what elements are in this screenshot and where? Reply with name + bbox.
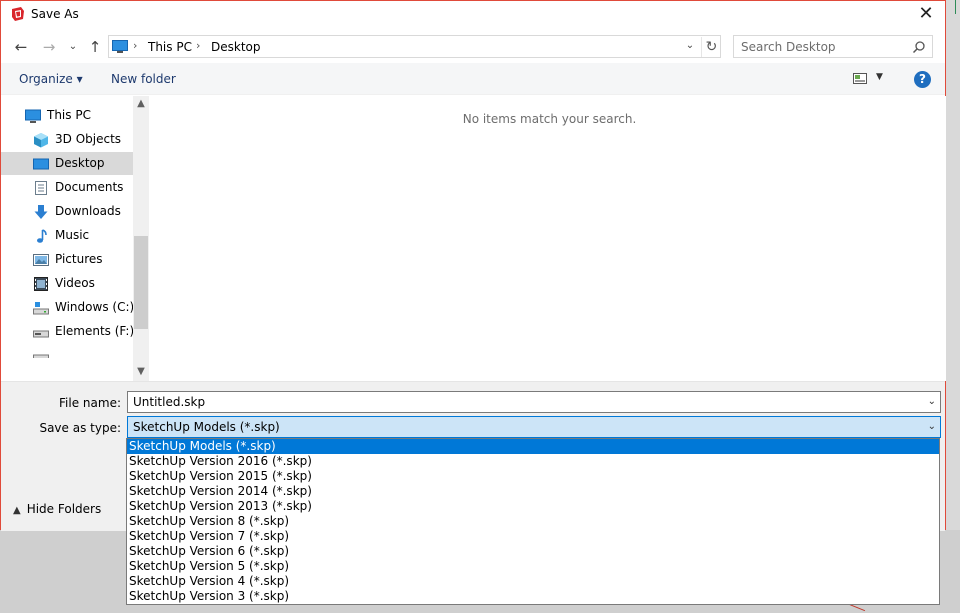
chevron-up-icon: ▲ bbox=[13, 505, 21, 516]
scroll-down-icon[interactable]: ▼ bbox=[133, 364, 149, 380]
computer-icon bbox=[25, 109, 41, 123]
close-button[interactable]: ✕ bbox=[913, 3, 939, 27]
documents-icon bbox=[35, 181, 47, 195]
chevron-down-icon[interactable]: ⌄ bbox=[928, 396, 936, 407]
up-arrow-icon[interactable]: ↑ bbox=[85, 37, 105, 57]
breadcrumb-separator: › bbox=[196, 39, 201, 52]
sidebar-item-downloads[interactable]: Downloads bbox=[1, 200, 133, 223]
downloads-icon bbox=[34, 205, 48, 219]
drive-icon bbox=[33, 330, 49, 338]
search-icon[interactable] bbox=[912, 40, 926, 54]
save-type-label: Save as type: bbox=[39, 421, 121, 435]
dropdown-option[interactable]: SketchUp Version 6 (*.skp) bbox=[127, 544, 939, 559]
address-bar[interactable]: › This PC › Desktop ⌄ ↻ bbox=[108, 35, 721, 58]
file-name-field[interactable]: Untitled.skp ⌄ bbox=[127, 391, 941, 413]
sidebar-item-label: Windows (C:) bbox=[55, 300, 135, 314]
sidebar-scrollbar[interactable]: ▲ ▼ bbox=[133, 96, 149, 381]
hide-folders-label: Hide Folders bbox=[26, 502, 102, 516]
hide-folders-button[interactable]: ▲ Hide Folders bbox=[13, 502, 101, 516]
sidebar-item-3d-objects[interactable]: 3D Objects bbox=[1, 128, 133, 151]
sidebar-item-partial[interactable] bbox=[1, 346, 133, 358]
pictures-icon bbox=[33, 254, 49, 266]
dropdown-option[interactable]: SketchUp Version 7 (*.skp) bbox=[127, 529, 939, 544]
sidebar-item-label: Desktop bbox=[55, 156, 105, 170]
sidebar-item-this-pc[interactable]: This PC bbox=[1, 104, 133, 127]
breadcrumb-separator: › bbox=[133, 39, 138, 52]
sidebar-item-label: Pictures bbox=[55, 252, 103, 266]
sidebar-item-label: Downloads bbox=[55, 204, 121, 218]
sidebar-item-label: 3D Objects bbox=[55, 132, 122, 146]
sidebar-item-desktop[interactable]: Desktop bbox=[1, 152, 133, 175]
desktop-icon bbox=[33, 158, 49, 170]
save-type-value: SketchUp Models (*.skp) bbox=[133, 420, 280, 434]
back-arrow-icon[interactable]: ← bbox=[11, 37, 31, 57]
dropdown-option[interactable]: SketchUp Version 2016 (*.skp) bbox=[127, 454, 939, 469]
scroll-up-icon[interactable]: ▲ bbox=[133, 96, 149, 112]
title-bar: Save As ✕ bbox=[1, 1, 945, 29]
search-input[interactable]: Search Desktop bbox=[733, 35, 933, 58]
change-view-icon[interactable] bbox=[853, 73, 867, 84]
new-folder-button[interactable]: New folder bbox=[111, 72, 176, 86]
dropdown-option[interactable]: SketchUp Version 2013 (*.skp) bbox=[127, 499, 939, 514]
navigation-pane: This PC 3D Objects Desktop Documents Dow… bbox=[1, 96, 149, 381]
drawing-axis-line-green bbox=[955, 0, 956, 14]
save-type-select[interactable]: SketchUp Models (*.skp) ⌄ bbox=[127, 416, 941, 438]
sidebar-item-windows-c[interactable]: Windows (C:) bbox=[1, 296, 135, 319]
sidebar-item-elements-f[interactable]: Elements (F:) bbox=[1, 320, 135, 343]
organize-button[interactable]: Organize ▾ bbox=[19, 72, 83, 86]
drive-icon bbox=[33, 302, 49, 315]
file-list-area[interactable]: No items match your search. bbox=[151, 96, 946, 381]
sidebar-item-music[interactable]: Music bbox=[1, 224, 133, 247]
sidebar-item-videos[interactable]: Videos bbox=[1, 272, 133, 295]
dropdown-option[interactable]: SketchUp Version 2014 (*.skp) bbox=[127, 484, 939, 499]
address-dropdown-icon[interactable]: ⌄ bbox=[683, 40, 697, 51]
file-name-label: File name: bbox=[59, 396, 121, 410]
dropdown-option[interactable]: SketchUp Version 5 (*.skp) bbox=[127, 559, 939, 574]
breadcrumb-this-pc[interactable]: This PC bbox=[148, 40, 192, 54]
sidebar-item-documents[interactable]: Documents bbox=[1, 176, 133, 199]
dropdown-option[interactable]: SketchUp Version 8 (*.skp) bbox=[127, 514, 939, 529]
sidebar-item-label: Elements (F:) bbox=[55, 324, 135, 338]
breadcrumb-desktop[interactable]: Desktop bbox=[211, 40, 261, 54]
sketchup-logo-icon bbox=[12, 7, 24, 21]
help-icon[interactable]: ? bbox=[914, 71, 931, 88]
computer-icon bbox=[112, 40, 128, 53]
dropdown-option[interactable]: SketchUp Version 3 (*.skp) bbox=[127, 589, 939, 604]
navigation-bar: ← → ⌄ ↑ › This PC › Desktop ⌄ ↻ Search D… bbox=[1, 33, 945, 61]
recent-locations-icon[interactable]: ⌄ bbox=[63, 37, 83, 57]
sidebar-item-label: Music bbox=[55, 228, 90, 242]
forward-arrow-icon[interactable]: → bbox=[39, 37, 59, 57]
sidebar-item-label: Videos bbox=[55, 276, 95, 290]
refresh-icon[interactable]: ↻ bbox=[701, 37, 721, 57]
file-name-value: Untitled.skp bbox=[133, 395, 206, 409]
videos-icon bbox=[34, 277, 48, 291]
dropdown-option[interactable]: SketchUp Version 4 (*.skp) bbox=[127, 574, 939, 589]
chevron-down-icon[interactable]: ⌄ bbox=[928, 421, 936, 432]
drive-icon bbox=[33, 354, 49, 358]
window-title: Save As bbox=[31, 7, 79, 21]
music-icon bbox=[37, 229, 47, 243]
sidebar-item-pictures[interactable]: Pictures bbox=[1, 248, 133, 271]
dropdown-option[interactable]: SketchUp Version 2015 (*.skp) bbox=[127, 469, 939, 484]
empty-message: No items match your search. bbox=[462, 112, 637, 126]
search-placeholder: Search Desktop bbox=[741, 40, 836, 54]
dropdown-option[interactable]: SketchUp Models (*.skp) bbox=[127, 439, 939, 454]
sidebar-item-label: This PC bbox=[47, 108, 91, 122]
scrollbar-thumb[interactable] bbox=[134, 236, 148, 329]
command-bar: Organize ▾ New folder ▼ ? bbox=[1, 63, 945, 95]
sidebar-item-label: Documents bbox=[55, 180, 124, 194]
view-dropdown-icon[interactable]: ▼ bbox=[876, 72, 883, 82]
save-type-dropdown-list: SketchUp Models (*.skp) SketchUp Version… bbox=[126, 438, 940, 605]
3d-objects-icon bbox=[34, 133, 48, 148]
